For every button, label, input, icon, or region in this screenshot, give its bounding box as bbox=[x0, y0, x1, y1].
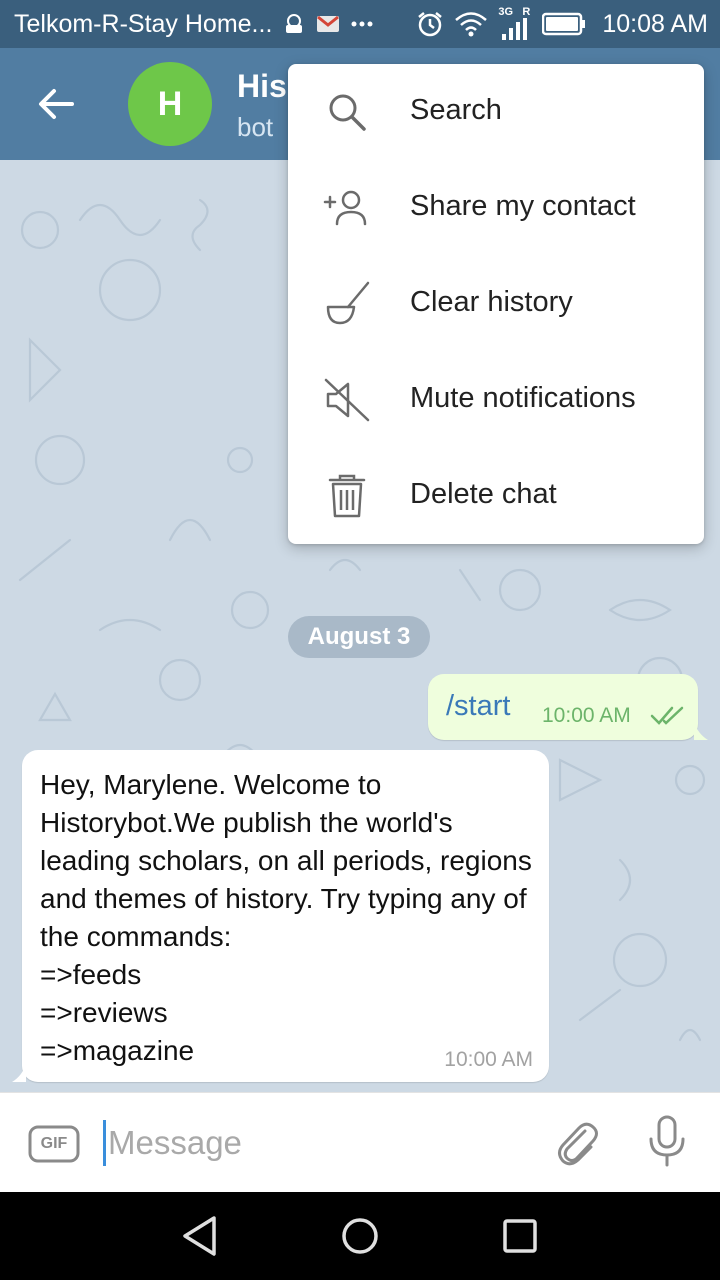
chat-options-menu: Search Share my contact Clear history Mu… bbox=[288, 64, 704, 544]
bubble-tail bbox=[12, 1064, 26, 1082]
double-check-icon bbox=[650, 706, 684, 725]
attach-button[interactable] bbox=[550, 1115, 604, 1169]
incoming-message-text: Hey, Marylene. Welcome to Historybot.We … bbox=[40, 769, 532, 1066]
message-input[interactable] bbox=[108, 1117, 528, 1169]
menu-label: Share my contact bbox=[410, 190, 636, 222]
nav-home-icon bbox=[342, 1218, 378, 1254]
microphone-icon bbox=[649, 1115, 685, 1167]
chat-subtitle: bot bbox=[237, 112, 274, 142]
menu-item-share-contact[interactable]: Share my contact bbox=[288, 160, 704, 256]
back-arrow-icon bbox=[39, 89, 74, 119]
nav-recents-button[interactable] bbox=[492, 1208, 548, 1264]
screen: Telkom-R-Stay Home... 3G R 10:08 AM H Hi… bbox=[0, 0, 720, 1280]
nav-recents-icon bbox=[503, 1219, 537, 1253]
carrier-name: Telkom-R-Stay Home... bbox=[14, 9, 273, 38]
bubble-tail bbox=[694, 722, 708, 740]
status-right: 3G R 10:08 AM bbox=[416, 0, 708, 48]
menu-label: Mute notifications bbox=[410, 382, 636, 414]
nav-home-button[interactable] bbox=[332, 1208, 388, 1264]
navigation-bar bbox=[0, 1192, 720, 1280]
outgoing-message-time: 10:00 AM bbox=[542, 704, 631, 727]
nav-back-button[interactable] bbox=[172, 1208, 228, 1264]
gmail-icon bbox=[316, 14, 340, 34]
signal-icon: 3G R bbox=[498, 4, 532, 44]
add-contact-icon bbox=[322, 184, 372, 232]
mute-icon bbox=[322, 376, 372, 424]
alarm-icon bbox=[416, 10, 444, 38]
outgoing-message[interactable]: /start 10:00 AM bbox=[428, 674, 708, 740]
status-bar: Telkom-R-Stay Home... 3G R 10:08 AM bbox=[0, 0, 720, 48]
more-notifications-icon bbox=[350, 20, 374, 28]
menu-item-clear-history[interactable]: Clear history bbox=[288, 256, 704, 352]
back-button[interactable] bbox=[30, 78, 82, 130]
text-cursor bbox=[103, 1120, 106, 1166]
menu-label: Clear history bbox=[410, 286, 573, 318]
status-left: Telkom-R-Stay Home... bbox=[14, 0, 374, 48]
trash-icon bbox=[322, 472, 372, 520]
nav-back-icon bbox=[183, 1216, 216, 1256]
menu-item-delete-chat[interactable]: Delete chat bbox=[288, 448, 704, 544]
avatar[interactable]: H bbox=[128, 62, 212, 146]
search-icon bbox=[322, 88, 372, 136]
menu-label: Delete chat bbox=[410, 478, 557, 510]
status-time: 10:08 AM bbox=[602, 9, 708, 38]
incoming-message-time: 10:00 AM bbox=[444, 1048, 533, 1071]
message-input-bar: GIF bbox=[0, 1092, 720, 1193]
wifi-icon bbox=[454, 11, 488, 37]
menu-label: Search bbox=[410, 94, 502, 126]
incoming-message[interactable]: Hey, Marylene. Welcome to Historybot.We … bbox=[12, 750, 549, 1082]
broom-icon bbox=[322, 280, 372, 328]
battery-icon bbox=[542, 12, 586, 36]
outgoing-message-text: /start bbox=[446, 690, 511, 722]
gif-label: GIF bbox=[40, 1135, 68, 1152]
gif-button[interactable]: GIF bbox=[28, 1125, 80, 1163]
menu-item-mute-notifications[interactable]: Mute notifications bbox=[288, 352, 704, 448]
chat-title[interactable]: His bbox=[237, 68, 287, 105]
paperclip-icon bbox=[558, 1122, 598, 1166]
microphone-button[interactable] bbox=[640, 1113, 694, 1169]
menu-item-search[interactable]: Search bbox=[288, 64, 704, 160]
app-notification-icon bbox=[282, 12, 306, 36]
date-separator: August 3 bbox=[288, 616, 430, 658]
